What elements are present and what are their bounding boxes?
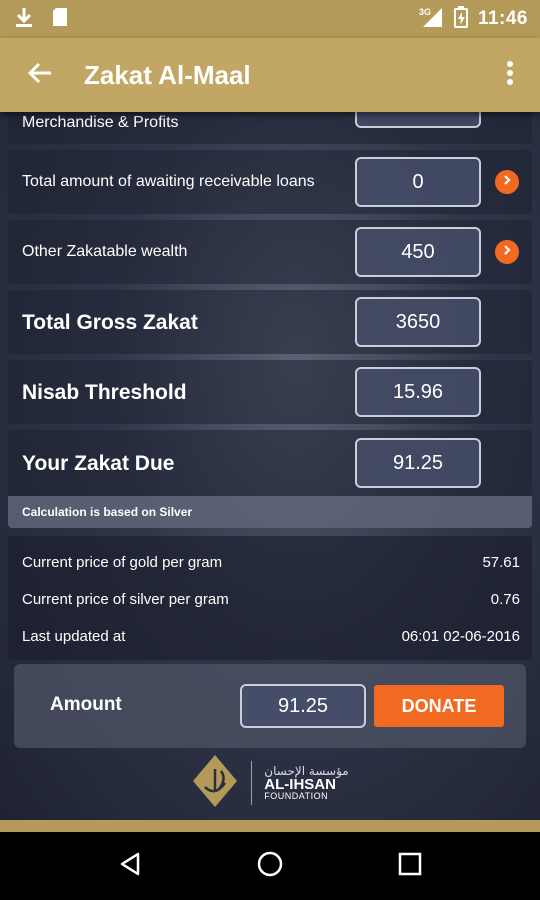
download-icon bbox=[14, 6, 34, 33]
overflow-menu-button[interactable] bbox=[480, 38, 540, 112]
field-label: Other Zakatable wealth bbox=[22, 243, 188, 260]
total-gross-zakat-row: Total Gross Zakat 3650 bbox=[8, 290, 532, 354]
nav-home-icon bbox=[256, 850, 284, 883]
more-vert-icon bbox=[506, 60, 514, 91]
info-label: Current price of gold per gram bbox=[22, 553, 223, 571]
al-ihsan-logo: مؤسسة الإحسان AL-IHSAN FOUNDATION bbox=[0, 752, 540, 814]
other-wealth-info-button[interactable] bbox=[495, 240, 519, 264]
price-info-panel: Current price of gold per gram 57.61 Cur… bbox=[8, 536, 532, 660]
field-label: Merchandise & Profits bbox=[22, 114, 179, 131]
total-label: Nisab Threshold bbox=[22, 381, 187, 404]
sd-card-icon bbox=[52, 7, 68, 32]
arrow-back-icon bbox=[27, 61, 53, 90]
page-title: Zakat Al-Maal bbox=[84, 59, 251, 90]
app-bar: Zakat Al-Maal bbox=[0, 38, 540, 112]
signal-3g-icon: 3G bbox=[418, 6, 444, 33]
logo-subtitle: FOUNDATION bbox=[264, 791, 329, 801]
nav-back-button[interactable] bbox=[100, 836, 160, 896]
silver-price-row: Current price of silver per gram 0.76 bbox=[22, 587, 520, 611]
back-button[interactable] bbox=[0, 38, 80, 112]
logo-name: AL-IHSAN bbox=[264, 776, 336, 793]
donate-button[interactable]: DONATE bbox=[374, 685, 504, 727]
field-row-receivable-loans: Total amount of awaiting receivable loan… bbox=[8, 150, 532, 214]
silver-price-value: 0.76 bbox=[490, 590, 520, 608]
nisab-threshold-value: 15.96 bbox=[355, 367, 481, 417]
total-label: Total Gross Zakat bbox=[22, 311, 198, 334]
total-gross-zakat-value: 3650 bbox=[355, 297, 481, 347]
bottom-accent-strip bbox=[0, 820, 540, 832]
info-label: Current price of silver per gram bbox=[22, 590, 229, 608]
merchandise-input[interactable]: 0 bbox=[355, 112, 481, 128]
gold-price-value: 57.61 bbox=[482, 553, 520, 571]
status-bar: 3G 11:46 bbox=[0, 0, 540, 38]
nav-back-icon bbox=[118, 851, 142, 882]
amount-input[interactable]: 91.25 bbox=[240, 684, 366, 728]
receivable-loans-info-button[interactable] bbox=[495, 170, 519, 194]
foundation-emblem-icon bbox=[191, 753, 239, 814]
nav-recents-button[interactable] bbox=[380, 836, 440, 896]
chevron-right-icon bbox=[502, 173, 512, 191]
donate-panel: Amount 91.25 DONATE bbox=[14, 664, 526, 748]
logo-text: مؤسسة الإحسان AL-IHSAN FOUNDATION bbox=[264, 765, 348, 801]
zakat-due-row: Your Zakat Due 91.25 bbox=[8, 430, 532, 496]
nav-recents-icon bbox=[398, 852, 422, 881]
total-label: Your Zakat Due bbox=[22, 452, 175, 475]
other-wealth-input[interactable]: 450 bbox=[355, 227, 481, 277]
info-label: Last updated at bbox=[22, 627, 126, 645]
field-row-merchandise: Merchandise & Profits 0 bbox=[8, 112, 532, 144]
logo-divider bbox=[251, 761, 253, 805]
zakat-due-value: 91.25 bbox=[355, 438, 481, 488]
gold-price-row: Current price of gold per gram 57.61 bbox=[22, 550, 520, 574]
last-updated-value: 06:01 02-06-2016 bbox=[401, 627, 520, 645]
field-row-other-wealth: Other Zakatable wealth 450 bbox=[8, 220, 532, 284]
receivable-loans-input[interactable]: 0 bbox=[355, 157, 481, 207]
system-nav-bar bbox=[0, 832, 540, 900]
zakat-form[interactable]: Merchandise & Profits 0 Total amount of … bbox=[0, 112, 540, 820]
status-time: 11:46 bbox=[477, 8, 528, 29]
nav-home-button[interactable] bbox=[240, 836, 300, 896]
battery-icon bbox=[453, 5, 468, 33]
field-label: Total amount of awaiting receivable loan… bbox=[22, 173, 315, 190]
amount-label: Amount bbox=[50, 694, 122, 715]
calculation-note: Calculation is based on Silver bbox=[8, 496, 532, 528]
chevron-right-icon bbox=[502, 243, 512, 261]
nisab-threshold-row: Nisab Threshold 15.96 bbox=[8, 360, 532, 424]
svg-text:3G: 3G bbox=[419, 7, 431, 17]
last-updated-row: Last updated at 06:01 02-06-2016 bbox=[22, 624, 520, 648]
